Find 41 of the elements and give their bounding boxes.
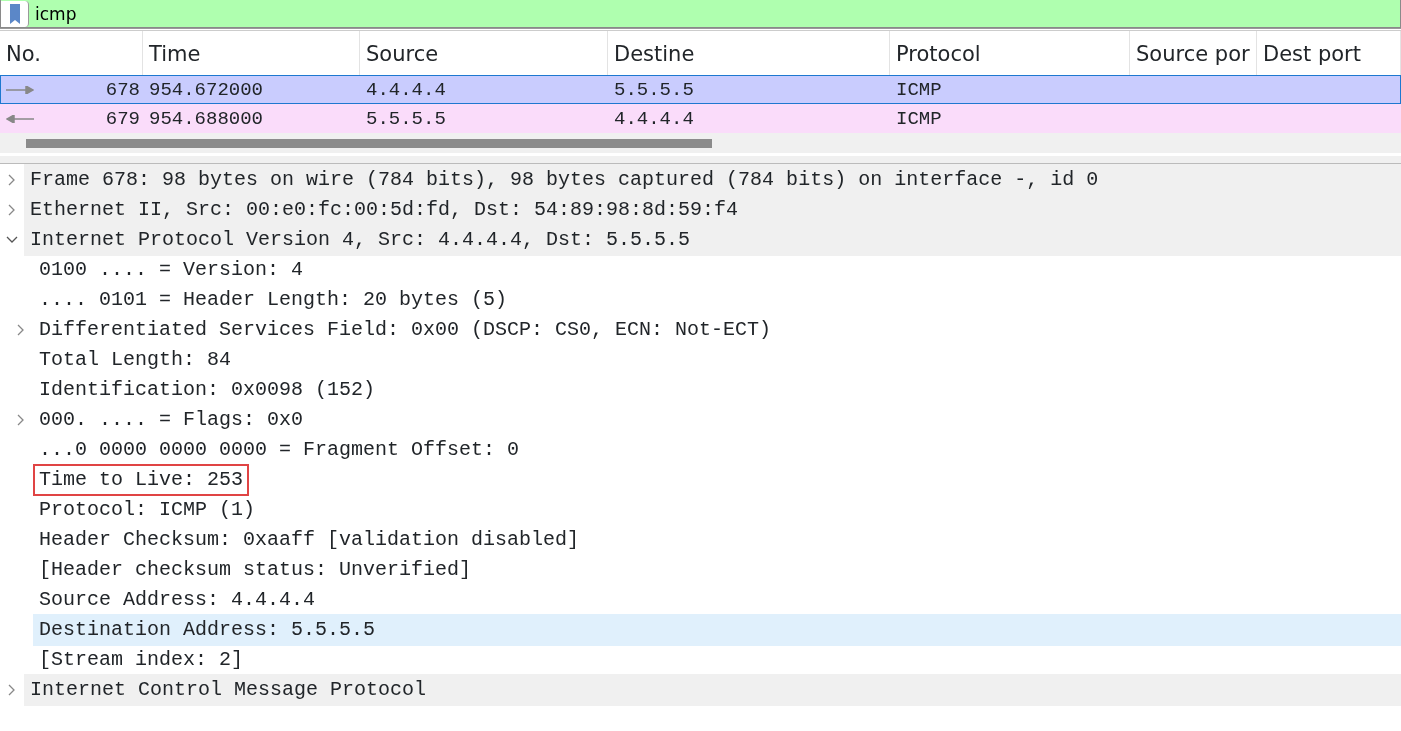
packet-number: 679 <box>105 107 140 132</box>
chevron-right-icon[interactable] <box>8 204 16 216</box>
tree-item[interactable]: Time to Live: 253 <box>33 464 250 496</box>
packet-row[interactable]: 679 954.688000 5.5.5.5 4.4.4.4 ICMP <box>0 104 1401 133</box>
table-cell-text: 954.672000 <box>148 78 265 103</box>
table-cell-text: ICMP <box>895 107 943 132</box>
tree-item[interactable]: Source Address: 4.4.4.4 <box>33 584 1401 616</box>
chevron-right-icon[interactable] <box>17 324 25 336</box>
chevron-right-icon[interactable] <box>17 414 25 426</box>
packet-row[interactable]: 678 954.672000 4.4.4.4 5.5.5.5 ICMP <box>0 75 1401 104</box>
tree-item[interactable]: 000. .... = Flags: 0x0 <box>33 404 1401 436</box>
table-cell-text: 5.5.5.5 <box>365 107 447 132</box>
tree-item[interactable]: Differentiated Services Field: 0x00 (DSCP: CS0, ECN: Not-ECT) <box>33 314 1401 346</box>
bookmark-icon[interactable] <box>8 3 21 24</box>
table-cell-text: 4.4.4.4 <box>365 78 447 103</box>
horizontal-scrollbar[interactable] <box>0 133 1401 153</box>
table-cell-text: 4.4.4.4 <box>613 107 695 132</box>
table-cell-text: ICMP <box>895 78 943 103</box>
chevron-right-icon[interactable] <box>8 684 16 696</box>
tree-item[interactable]: Header Checksum: 0xaaff [validation disabled] <box>33 524 1401 556</box>
right-arrow-icon <box>6 86 34 95</box>
tree-item[interactable]: [Stream index: 2] <box>33 644 1401 676</box>
scrollbar-thumb[interactable] <box>26 138 712 148</box>
tree-item[interactable]: 0100 .... = Version: 4 <box>33 254 1401 286</box>
table-cell-text: 954.688000 <box>148 107 265 132</box>
tree-item[interactable]: Internet Control Message Protocol <box>24 674 1401 706</box>
tree-item[interactable]: Destination Address: 5.5.5.5 <box>33 614 1401 646</box>
chevron-down-icon[interactable] <box>6 236 18 244</box>
tree-item[interactable]: .... 0101 = Header Length: 20 bytes (5) <box>33 284 1401 316</box>
tree-item[interactable]: ...0 0000 0000 0000 = Fragment Offset: 0 <box>33 434 1401 466</box>
tree-item[interactable]: [Header checksum status: Unverified] <box>33 554 1401 586</box>
chevron-right-icon[interactable] <box>8 174 16 186</box>
tree-item[interactable]: Ethernet II, Src: 00:e0:fc:00:5d:fd, Dst: 54:89:98:8d:59:f4 <box>24 194 1401 226</box>
packet-number: 678 <box>105 78 140 103</box>
tree-item[interactable]: Internet Protocol Version 4, Src: 4.4.4.4, Dst: 5.5.5.5 <box>24 224 1401 256</box>
tree-item[interactable]: Total Length: 84 <box>33 344 1401 376</box>
left-arrow-icon <box>6 115 34 124</box>
table-cell-text: 5.5.5.5 <box>613 78 695 103</box>
tree-item[interactable]: Protocol: ICMP (1) <box>33 494 1401 526</box>
tree-item[interactable]: Frame 678: 98 bytes on wire (784 bits), 98 bytes captured (784 bits) on interface -, id 0 <box>24 164 1401 196</box>
tree-item[interactable]: Identification: 0x0098 (152) <box>33 374 1401 406</box>
